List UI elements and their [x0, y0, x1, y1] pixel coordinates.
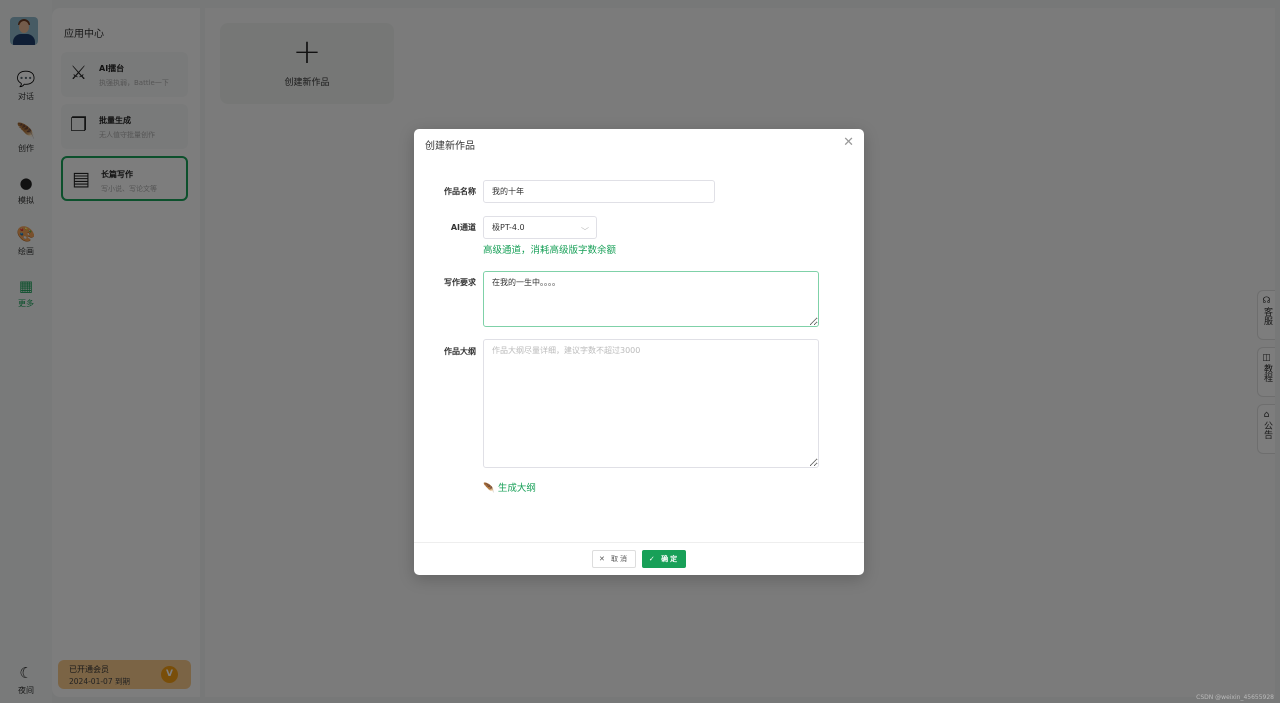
outline-label: 作品大纲 [444, 347, 476, 356]
chevron-down-icon: ﹀ [581, 227, 589, 236]
work-name-input[interactable] [483, 180, 715, 203]
confirm-button[interactable]: ✓ 确定 [642, 550, 686, 568]
generate-outline-link[interactable]: 🪶 生成大纲 [483, 480, 536, 494]
dialog-title: 创建新作品 [425, 141, 475, 152]
create-work-dialog: 创建新作品 ✕ 作品名称 AI通道 极PT-4.0﹀ 高级通道，消耗高级版字数余… [414, 129, 864, 575]
watermark: CSDN @weixin_45655928 [1196, 694, 1274, 701]
ai-channel-select[interactable]: 极PT-4.0 ﹀ [483, 216, 597, 239]
outline-textarea[interactable] [483, 339, 819, 468]
requirement-label: 写作要求 [444, 278, 476, 287]
check-icon: ✓ [648, 555, 657, 563]
close-icon: ✕ [598, 555, 607, 563]
close-icon[interactable]: ✕ [843, 135, 854, 150]
channel-label: AI通道 [450, 223, 476, 232]
channel-hint: 高级通道，消耗高级版字数余额 [483, 245, 617, 256]
name-label: 作品名称 [444, 187, 476, 196]
feather-icon: 🪶 [483, 483, 495, 494]
dialog-footer-divider [414, 542, 864, 543]
cancel-button[interactable]: ✕ 取消 [592, 550, 636, 568]
writing-requirement-textarea[interactable]: 在我的一生中。。。。 [483, 271, 819, 327]
